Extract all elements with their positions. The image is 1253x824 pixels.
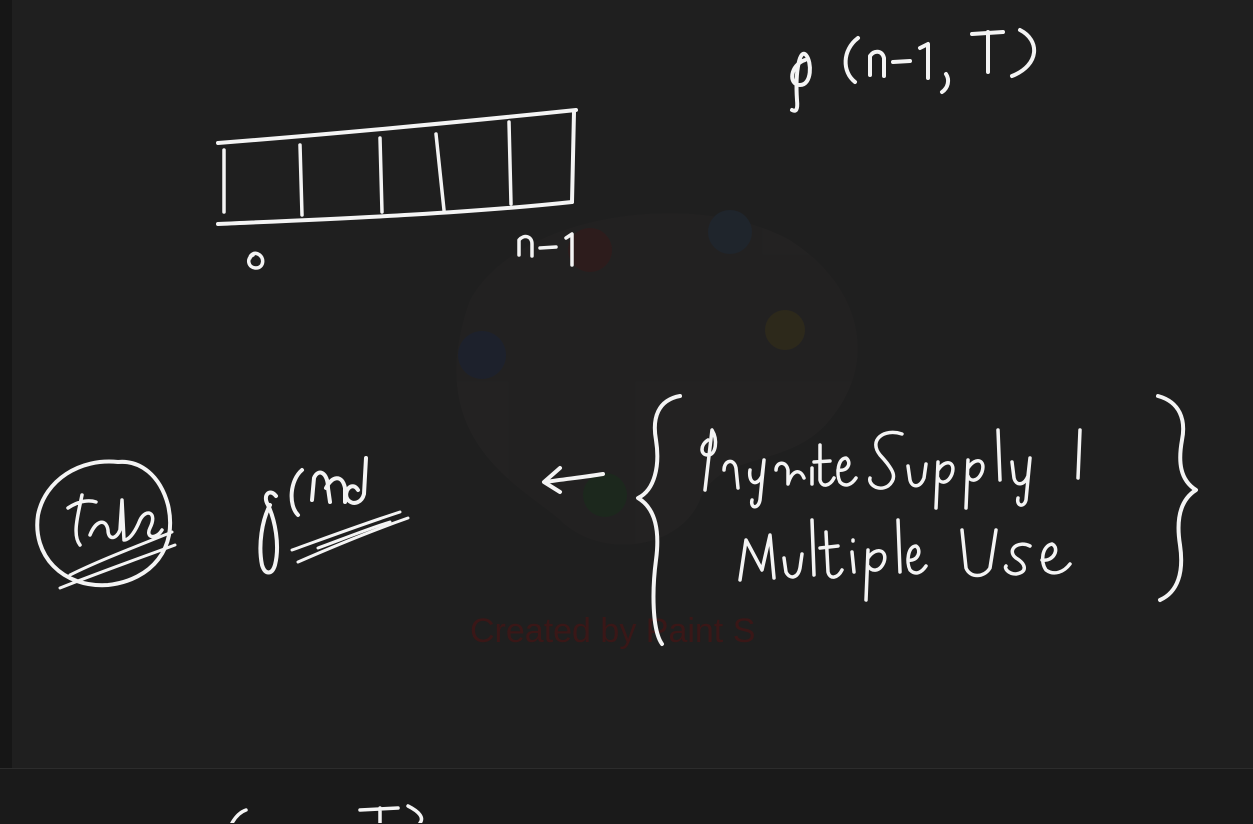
ink-layer: Created by Paint S [35,28,1198,823]
index-zero-label [247,251,265,270]
top-call-handwriting [790,28,1037,113]
whiteboard-canvas: Created by Paint S [0,0,1253,824]
paint-palette-icon [456,210,858,545]
brace-line-2-handwriting [738,518,1072,602]
f-ind-call [258,456,410,575]
right-brace [1156,394,1198,602]
watermark-label: Created by Paint S [470,612,755,650]
circled-take [35,459,177,590]
array-diagram [216,108,578,226]
lower-strip-fragment [230,804,424,823]
